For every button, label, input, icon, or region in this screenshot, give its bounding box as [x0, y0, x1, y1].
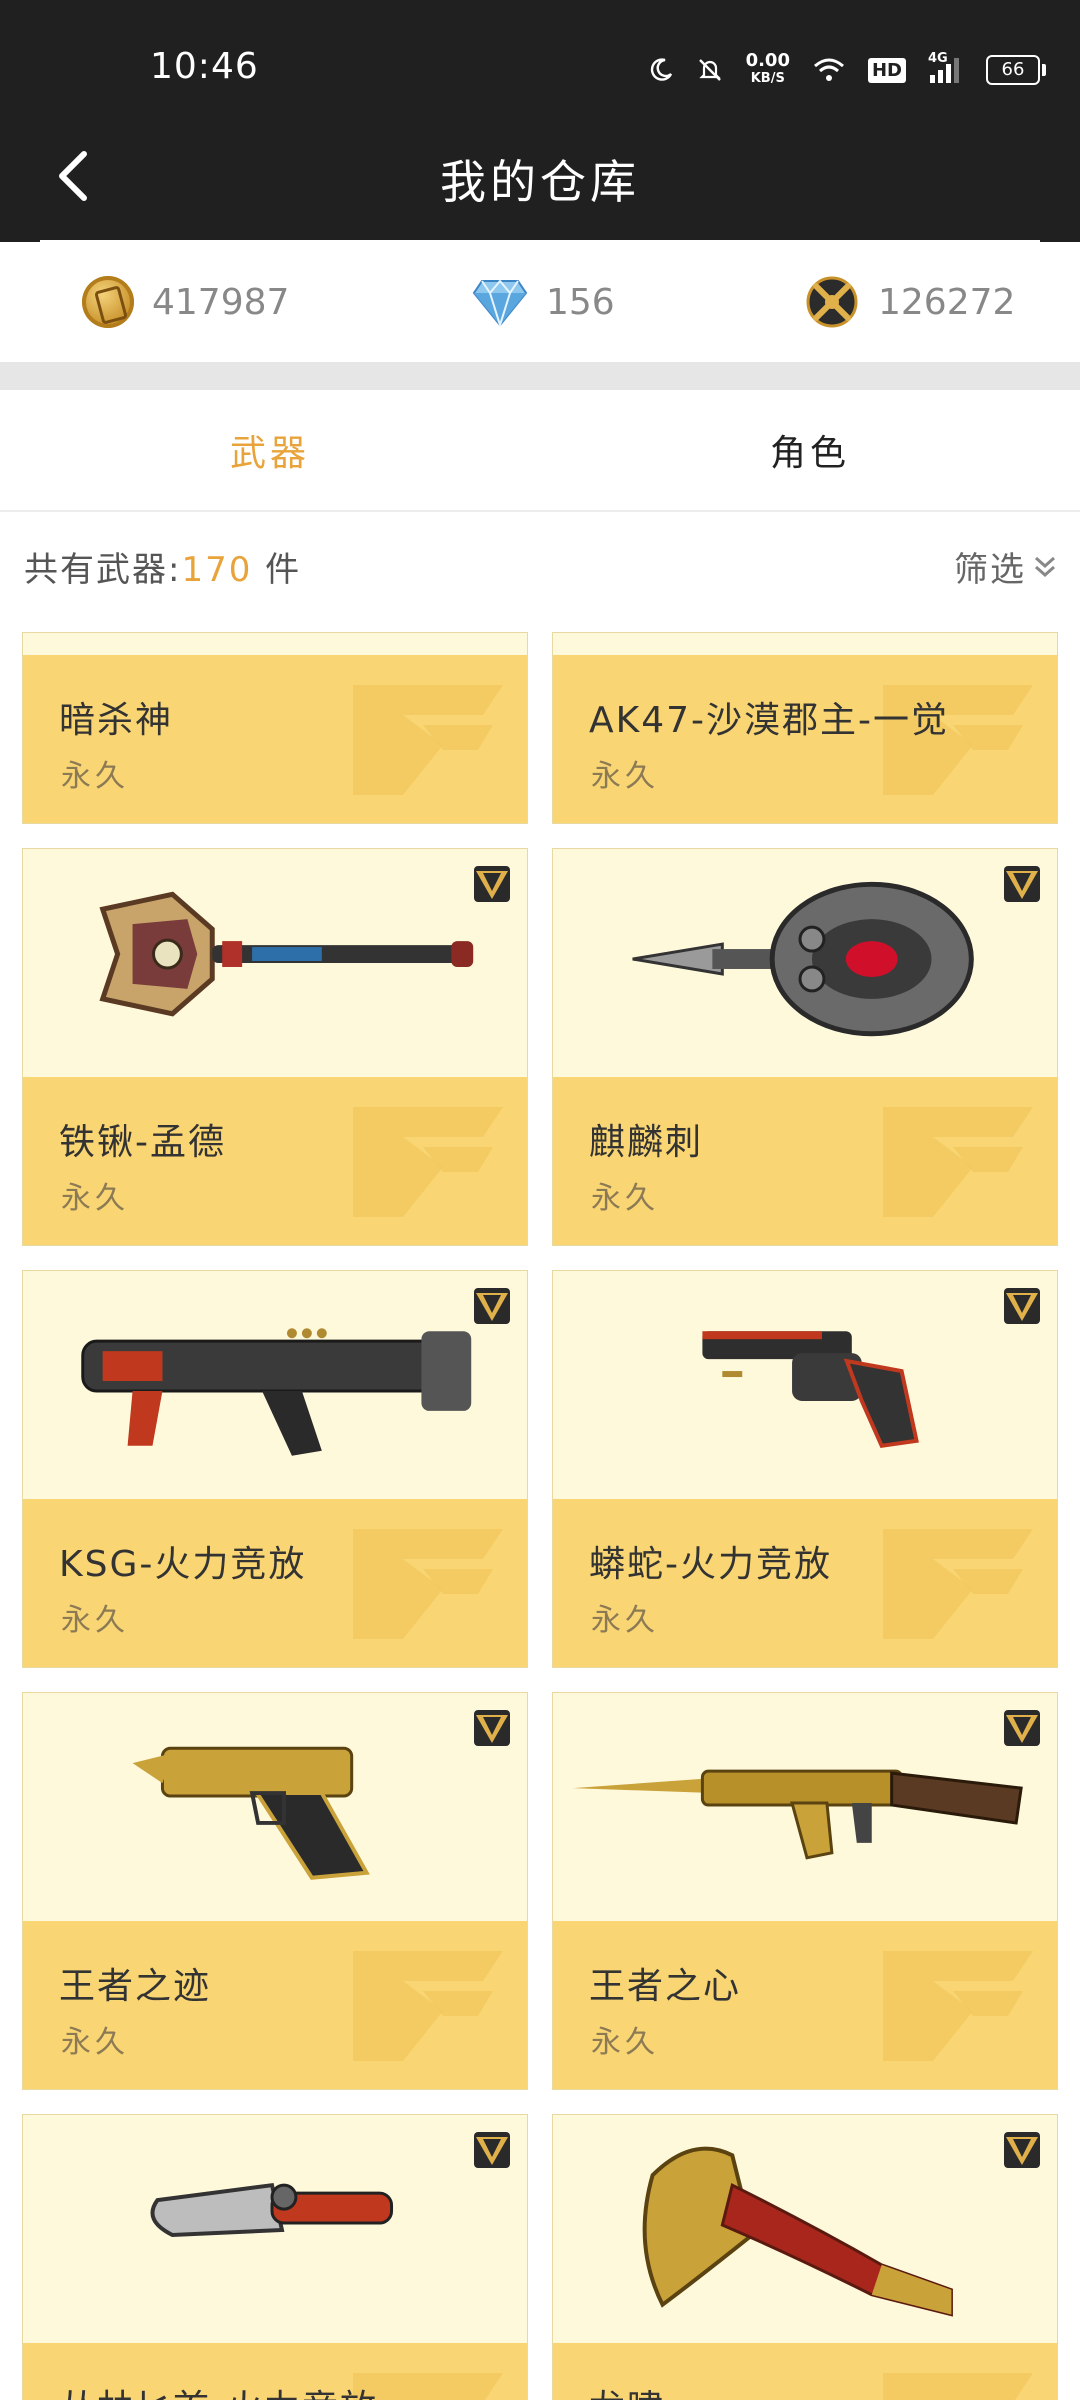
weapon-name: 丛林匕首-火力竞放 [59, 2379, 378, 2400]
weapon-card[interactable]: 铁锹-孟德 永久 [22, 848, 528, 1246]
weapon-card[interactable]: 丛林匕首-火力竞放 永久 [22, 2114, 528, 2400]
category-tabs: 武器 角色 [0, 390, 1080, 512]
weapon-card[interactable]: 蟒蛇-火力竞放 永久 [552, 1270, 1058, 1668]
honor-balance: 126272 [804, 272, 1015, 332]
weapon-name: 蟒蛇-火力竞放 [589, 1544, 832, 1585]
honor-amount: 126272 [878, 281, 1016, 323]
weapon-name: 麒麟刺 [589, 1122, 704, 1163]
weapon-grid: 暗杀神 永久 AK47-沙漠郡主-一觉 永久 铁锹-孟德 永久 麒麟刺 永久 K… [0, 632, 1080, 2400]
weapon-name: 铁锹-孟德 [59, 1122, 226, 1163]
vip-badge-icon [474, 2132, 510, 2168]
weapon-card[interactable]: 王者之心 永久 [552, 1692, 1058, 2090]
weapon-card[interactable]: 龙啸 永久 [552, 2114, 1058, 2400]
weapon-duration: 永久 [591, 1603, 659, 1638]
weapon-name: AK47-沙漠郡主-一觉 [589, 700, 950, 741]
vip-badge-icon [474, 866, 510, 902]
vip-badge-icon [474, 1288, 510, 1324]
weapon-duration: 永久 [61, 759, 129, 794]
wifi-icon [814, 58, 844, 81]
weapon-name: KSG-火力竞放 [59, 1544, 307, 1585]
tab-roles[interactable]: 角色 [540, 390, 1080, 510]
gold-coin-icon [82, 276, 134, 328]
inventory-summary: 共有武器:170 件 筛选 [0, 512, 1080, 612]
vip-badge-icon [1004, 1288, 1040, 1324]
weapon-count-label: 共有武器:170 件 [24, 550, 302, 590]
weapon-card[interactable]: AK47-沙漠郡主-一觉 永久 [552, 632, 1058, 824]
weapon-duration: 永久 [61, 2025, 129, 2060]
knife-icon [150, 2182, 394, 2237]
currency-bar: 417987 156 126272 [0, 242, 1080, 362]
shovel-icon [99, 891, 474, 1017]
pistol-icon [132, 1746, 370, 1880]
weapon-name: 龙啸 [589, 2379, 665, 2400]
network-speed: 0.00 KB/S [745, 50, 790, 87]
weapon-duration: 永久 [61, 1181, 129, 1216]
cf-watermark-icon [883, 2373, 1033, 2400]
vip-badge-icon [1004, 1710, 1040, 1746]
gold-balance: 417987 [82, 272, 289, 332]
cf-watermark-icon [353, 1107, 503, 1217]
moon-icon [650, 58, 672, 81]
weapon-duration: 永久 [61, 1603, 129, 1638]
title-bar: 我的仓库 [0, 108, 1080, 242]
weapon-card[interactable]: KSG-火力竞放 永久 [22, 1270, 528, 1668]
hd-badge: HD [867, 57, 906, 83]
rifle-icon [572, 1769, 1023, 1860]
vip-badge-icon [1004, 2132, 1040, 2168]
vip-badge-icon [1004, 866, 1040, 902]
weapon-card[interactable]: 麒麟刺 永久 [552, 848, 1058, 1246]
weapon-duration: 永久 [591, 1181, 659, 1216]
weapon-duration: 永久 [591, 759, 659, 794]
shotgun-icon [81, 1328, 472, 1456]
filter-label: 筛选 [954, 550, 1026, 590]
revolver-icon [702, 1331, 919, 1448]
cf-watermark-icon [353, 1529, 503, 1639]
weapon-count: 170 [181, 550, 253, 590]
battery-icon: 66 [986, 55, 1046, 85]
tab-weapons[interactable]: 武器 [0, 390, 540, 510]
page-title: 我的仓库 [440, 155, 640, 209]
status-time: 10:46 [150, 46, 259, 87]
status-bar: 10:46 0.00 KB/S HD 4G 66 [0, 0, 1080, 108]
filter-button[interactable]: 筛选 [954, 542, 1060, 591]
axe-icon [642, 2146, 953, 2317]
crossed-swords-icon [806, 276, 858, 328]
cf-watermark-icon [883, 1107, 1033, 1217]
cellular-signal-icon: 4G [928, 51, 964, 85]
gold-amount: 417987 [152, 281, 290, 323]
weapon-card[interactable]: 王者之迹 永久 [22, 1692, 528, 2090]
weapon-name: 王者之心 [589, 1966, 742, 2007]
section-divider [0, 362, 1080, 390]
cf-watermark-icon [353, 1951, 503, 2061]
cf-watermark-icon [883, 1529, 1033, 1639]
cf-watermark-icon [883, 1951, 1033, 2061]
weapon-name: 王者之迹 [59, 1966, 212, 2007]
vip-badge-icon [474, 1710, 510, 1746]
diamond-icon [472, 279, 528, 327]
diamond-balance: 156 [472, 272, 615, 332]
diamond-amount: 156 [546, 281, 615, 323]
mute-bell-icon [698, 59, 721, 81]
weapon-card[interactable]: 暗杀神 永久 [22, 632, 528, 824]
double-chevron-down-icon [1035, 556, 1055, 577]
cf-watermark-icon [353, 685, 503, 795]
weapon-name: 暗杀神 [59, 700, 174, 741]
knuckle-blade-icon [632, 881, 974, 1037]
weapon-duration: 永久 [591, 2025, 659, 2060]
status-icons: 0.00 KB/S HD 4G 66 [648, 48, 1046, 92]
